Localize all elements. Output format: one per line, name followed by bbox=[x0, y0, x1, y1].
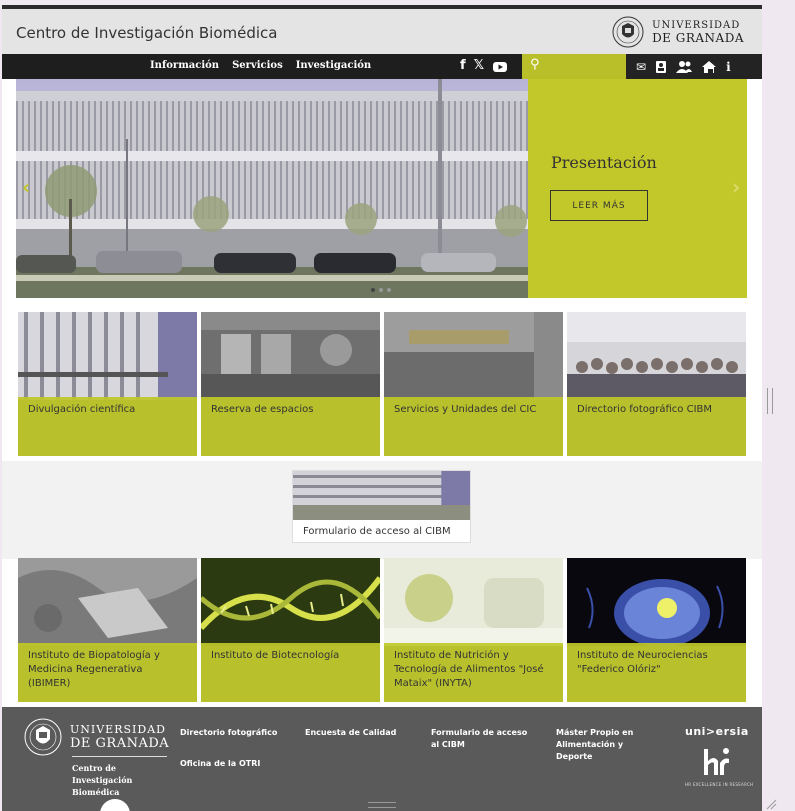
tile-label: Directorio fotográfico CIBM bbox=[567, 397, 746, 456]
tile-image bbox=[201, 312, 380, 400]
footer-link-master[interactable]: Máster Propio en Alimentación y Deporte bbox=[556, 727, 661, 763]
slider-dots bbox=[371, 288, 391, 292]
tile-ibimer[interactable]: Instituto de Biopatología y Medicina Reg… bbox=[18, 558, 197, 702]
tile-directorio[interactable]: Directorio fotográfico CIBM bbox=[567, 312, 746, 456]
info-icon[interactable]: i bbox=[726, 60, 731, 74]
tile-image bbox=[18, 558, 197, 646]
university-seal-icon bbox=[24, 718, 62, 756]
users-icon[interactable] bbox=[676, 60, 693, 74]
tile-image bbox=[567, 312, 746, 400]
slide-heading: Presentación bbox=[551, 153, 657, 172]
search-input[interactable]: ⚲ bbox=[522, 54, 626, 79]
tile-label: Instituto de Neurociencias "Federico Oló… bbox=[567, 643, 746, 702]
tile-label: Instituto de Biotecnología bbox=[201, 643, 380, 702]
footer-link-directorio[interactable]: Directorio fotográfico bbox=[180, 727, 290, 739]
tile-servicios-cic[interactable]: Servicios y Unidades del CIC bbox=[384, 312, 563, 456]
youtube-icon[interactable] bbox=[492, 59, 508, 75]
tile-image bbox=[18, 312, 197, 400]
slide-caption-panel: Presentación LEER MÁS bbox=[528, 79, 747, 298]
social-links: f 𝕏 bbox=[460, 58, 508, 75]
main-navbar: Información Servicios Investigación f 𝕏 … bbox=[2, 54, 762, 79]
tile-label: Servicios y Unidades del CIC bbox=[384, 397, 563, 456]
slider-dot[interactable] bbox=[379, 288, 383, 292]
slider-prev-icon[interactable]: ‹ bbox=[22, 175, 30, 199]
tile-label: Instituto de Biopatología y Medicina Reg… bbox=[18, 643, 197, 702]
footer-link-otri[interactable]: Oficina de la OTRI bbox=[180, 758, 290, 770]
footer-link-formulario[interactable]: Formulario de acceso al CIBM bbox=[431, 727, 536, 751]
page: Centro de Investigación Biomédica UNIVER… bbox=[2, 5, 762, 811]
tile-image bbox=[384, 312, 563, 400]
read-more-button[interactable]: LEER MÁS bbox=[550, 190, 648, 221]
directory-icon[interactable] bbox=[655, 60, 667, 74]
nav-links: Información Servicios Investigación bbox=[150, 60, 371, 71]
x-icon[interactable]: 𝕏 bbox=[474, 58, 484, 75]
footer-university-logo[interactable]: UNIVERSIDAD DE GRANADA bbox=[24, 718, 169, 756]
university-logo[interactable]: UNIVERSIDAD DE GRANADA bbox=[612, 16, 744, 48]
quick-links-row: Divulgación científica Reserva de espaci… bbox=[18, 312, 746, 456]
tile-label: Reserva de espacios bbox=[201, 397, 380, 456]
university-name-line2: DE GRANADA bbox=[652, 31, 744, 45]
footer-subtitle: Centro de Investigación Biomédica bbox=[72, 763, 133, 797]
resize-corner-icon[interactable] bbox=[765, 798, 777, 810]
tile-biotecnologia[interactable]: Instituto de Biotecnología bbox=[201, 558, 380, 702]
access-form-image bbox=[293, 471, 470, 520]
hero-slider: Presentación LEER MÁS ‹ › bbox=[16, 79, 747, 298]
mail-icon[interactable]: ✉ bbox=[636, 60, 646, 74]
slider-dot[interactable] bbox=[371, 288, 375, 292]
home-icon[interactable] bbox=[701, 60, 717, 74]
tile-image bbox=[201, 558, 380, 646]
slider-next-icon[interactable]: › bbox=[732, 175, 740, 199]
access-form-band: Formulario de acceso al CIBM bbox=[2, 461, 762, 559]
footer-round-button[interactable] bbox=[100, 799, 130, 811]
tile-divulgacion[interactable]: Divulgación científica bbox=[18, 312, 197, 456]
nav-link-servicios[interactable]: Servicios bbox=[232, 60, 283, 71]
tool-icons: ✉ i bbox=[626, 54, 762, 79]
search-icon[interactable]: ⚲ bbox=[530, 57, 540, 72]
tile-label: Instituto de Nutrición y Tecnología de A… bbox=[384, 643, 563, 702]
site-title[interactable]: Centro de Investigación Biomédica bbox=[16, 24, 277, 42]
tile-image bbox=[567, 558, 746, 646]
tile-inyta[interactable]: Instituto de Nutrición y Tecnología de A… bbox=[384, 558, 563, 702]
site-header: Centro de Investigación Biomédica UNIVER… bbox=[2, 9, 762, 54]
hr-excellence-caption: HR EXCELLENCE IN RESEARCH bbox=[685, 782, 754, 787]
access-form-label: Formulario de acceso al CIBM bbox=[303, 526, 451, 537]
facebook-icon[interactable]: f bbox=[460, 58, 466, 75]
access-form-card[interactable]: Formulario de acceso al CIBM bbox=[292, 470, 471, 543]
universia-logo[interactable]: uni>ersia bbox=[685, 725, 749, 738]
footer-university-line1: UNIVERSIDAD bbox=[70, 723, 166, 736]
university-seal-icon bbox=[612, 16, 644, 48]
hr-excellence-logo[interactable] bbox=[702, 745, 730, 779]
tile-reserva[interactable]: Reserva de espacios bbox=[201, 312, 380, 456]
nav-link-informacion[interactable]: Información bbox=[150, 60, 219, 71]
nav-link-investigacion[interactable]: Investigación bbox=[296, 60, 371, 71]
slider-dot[interactable] bbox=[387, 288, 391, 292]
horizontal-resize-grip[interactable] bbox=[368, 802, 396, 808]
institutes-row: Instituto de Biopatología y Medicina Reg… bbox=[18, 558, 746, 702]
footer-divider bbox=[72, 756, 167, 757]
tile-neurociencias[interactable]: Instituto de Neurociencias "Federico Oló… bbox=[567, 558, 746, 702]
tile-image bbox=[384, 558, 563, 646]
vertical-resize-grip[interactable] bbox=[767, 388, 773, 414]
footer-university-line2: DE GRANADA bbox=[70, 736, 170, 751]
site-footer: UNIVERSIDAD DE GRANADA Centro de Investi… bbox=[2, 707, 762, 811]
footer-link-encuesta[interactable]: Encuesta de Calidad bbox=[305, 727, 415, 739]
tile-label: Divulgación científica bbox=[18, 397, 197, 456]
slide-image bbox=[16, 79, 528, 298]
